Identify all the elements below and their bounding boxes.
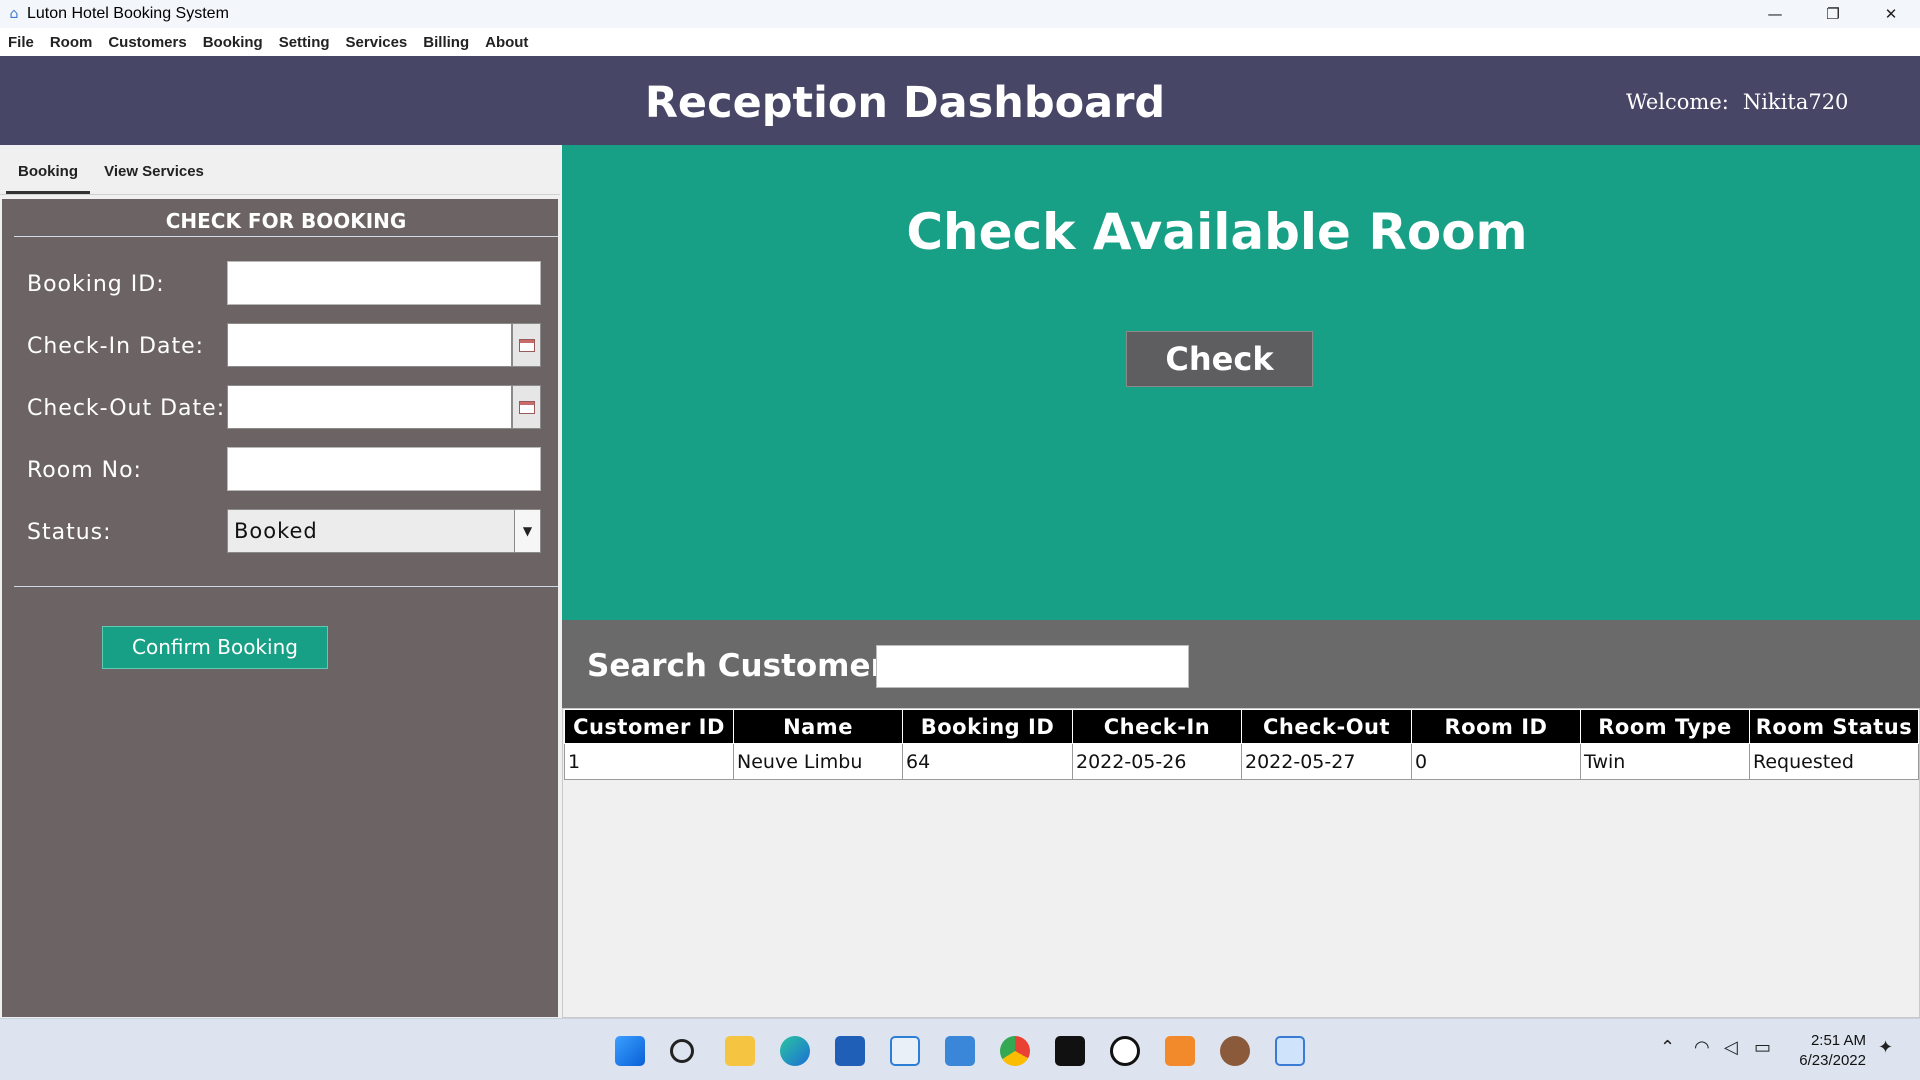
column-header-customer-id[interactable]: Customer ID [564,709,734,744]
tab-view-services[interactable]: View Services [96,145,212,194]
tab-booking[interactable]: Booking [6,145,90,194]
search-customer-bar: Search Customer: [562,620,1920,708]
title-bar: ⌂ Luton Hotel Booking System — ❐ ✕ [0,0,1920,28]
booking-panel: CHECK FOR BOOKING Booking ID: Check-In D… [2,199,558,1017]
maximize-button[interactable]: ❐ [1804,0,1862,28]
volume-muted-icon[interactable]: ◁ [1724,1037,1738,1058]
checkout-date-input[interactable] [227,385,512,429]
windows-start-icon[interactable] [615,1036,645,1066]
chevron-up-icon[interactable]: ⌃ [1660,1037,1675,1058]
column-header-room-type[interactable]: Room Type [1580,709,1750,744]
taskbar: ⌃ ◠ ◁ ▭ 2:51 AM 6/23/2022 ✦ [0,1018,1920,1080]
eclipse-icon[interactable] [1110,1036,1140,1066]
check-button[interactable]: Check [1126,331,1313,387]
menu-billing[interactable]: Billing [415,34,477,51]
window-controls: — ❐ ✕ [1746,0,1920,28]
notepad-icon[interactable] [945,1036,975,1066]
checkout-date-label: Check-Out Date: [27,396,226,421]
panel-divider [14,586,558,587]
table-cell: 64 [902,743,1073,780]
booking-panel-heading: CHECK FOR BOOKING [14,209,558,237]
username: Nikita720 [1742,90,1849,114]
chevron-down-icon[interactable]: ▼ [514,510,540,552]
edge-icon[interactable] [780,1036,810,1066]
menu-services[interactable]: Services [338,34,416,51]
calendar-icon [518,338,535,352]
dashboard-header: Reception Dashboard Welcome: Nikita720 [0,56,1920,145]
menu-booking[interactable]: Booking [195,34,271,51]
system-clock[interactable]: 2:51 AM 6/23/2022 [1794,1031,1866,1071]
table-cell: 2022-05-26 [1072,743,1242,780]
column-header-room-id[interactable]: Room ID [1411,709,1581,744]
store-icon[interactable] [835,1036,865,1066]
availability-title: Check Available Room [906,203,1528,261]
welcome-text: Welcome: Nikita720 [1626,90,1848,114]
table-cell: Twin [1580,743,1750,780]
table-cell: 1 [564,743,734,780]
table-cell: Neuve Limbu [733,743,903,780]
netflix-icon[interactable] [1055,1036,1085,1066]
clock-date: 6/23/2022 [1799,1052,1866,1069]
customer-table: Customer ID Name Booking ID Check-In Che… [564,709,1919,780]
chrome-icon[interactable] [1000,1036,1030,1066]
hotel-app-icon[interactable] [1275,1036,1305,1066]
checkout-calendar-button[interactable] [512,385,541,429]
checkin-date-label: Check-In Date: [27,334,205,359]
calendar-icon [518,400,535,414]
checkin-date-input[interactable] [227,323,512,367]
close-button[interactable]: ✕ [1862,0,1920,28]
room-no-input[interactable] [227,447,541,491]
table-cell: 0 [1411,743,1581,780]
window-title: Luton Hotel Booking System [27,5,229,22]
confirm-booking-button[interactable]: Confirm Booking [102,626,328,669]
clock-time: 2:51 AM [1810,1032,1866,1049]
menu-bar: File Room Customers Booking Setting Serv… [0,28,1920,56]
menu-file[interactable]: File [0,34,42,51]
check-availability-panel: Check Available Room Check [562,145,1920,620]
search-customer-label: Search Customer: [587,648,899,684]
hotel-app-icon: ⌂ [9,6,19,22]
booking-id-label: Booking ID: [27,272,165,297]
status-select[interactable]: Booked ▼ [227,509,541,553]
status-label: Status: [27,520,112,545]
column-header-check-out[interactable]: Check-Out [1241,709,1412,744]
xampp-icon[interactable] [1165,1036,1195,1066]
menu-about[interactable]: About [477,34,536,51]
minimize-button[interactable]: — [1746,0,1804,28]
battery-icon[interactable]: ▭ [1754,1037,1771,1058]
search-icon[interactable] [670,1039,694,1063]
customer-table-area: Customer ID Name Booking ID Check-In Che… [562,708,1920,1018]
column-header-check-in[interactable]: Check-In [1072,709,1242,744]
tab-bar: Booking View Services [0,145,560,195]
app-icon[interactable] [1220,1036,1250,1066]
table-cell: Requested [1749,743,1919,780]
room-no-label: Room No: [27,458,142,483]
booking-id-input[interactable] [227,261,541,305]
search-customer-input[interactable] [876,645,1189,688]
column-header-booking-id[interactable]: Booking ID [902,709,1073,744]
page-title: Reception Dashboard [644,78,1166,128]
snipping-tool-icon[interactable] [890,1036,920,1066]
menu-setting[interactable]: Setting [271,34,338,51]
menu-room[interactable]: Room [42,34,101,51]
status-selected-value: Booked [234,519,318,543]
file-explorer-icon[interactable] [725,1036,755,1066]
table-cell: 2022-05-27 [1241,743,1412,780]
checkin-calendar-button[interactable] [512,323,541,367]
column-header-name[interactable]: Name [733,709,903,744]
welcome-label: Welcome: [1626,90,1729,114]
menu-customers[interactable]: Customers [100,34,194,51]
column-header-room-status[interactable]: Room Status [1749,709,1919,744]
table-row[interactable]: 1 Neuve Limbu 64 2022-05-26 2022-05-27 0… [564,743,1919,780]
notification-icon[interactable]: ✦ [1878,1037,1893,1058]
table-header-row: Customer ID Name Booking ID Check-In Che… [564,709,1919,744]
wifi-icon[interactable]: ◠ [1694,1037,1710,1058]
